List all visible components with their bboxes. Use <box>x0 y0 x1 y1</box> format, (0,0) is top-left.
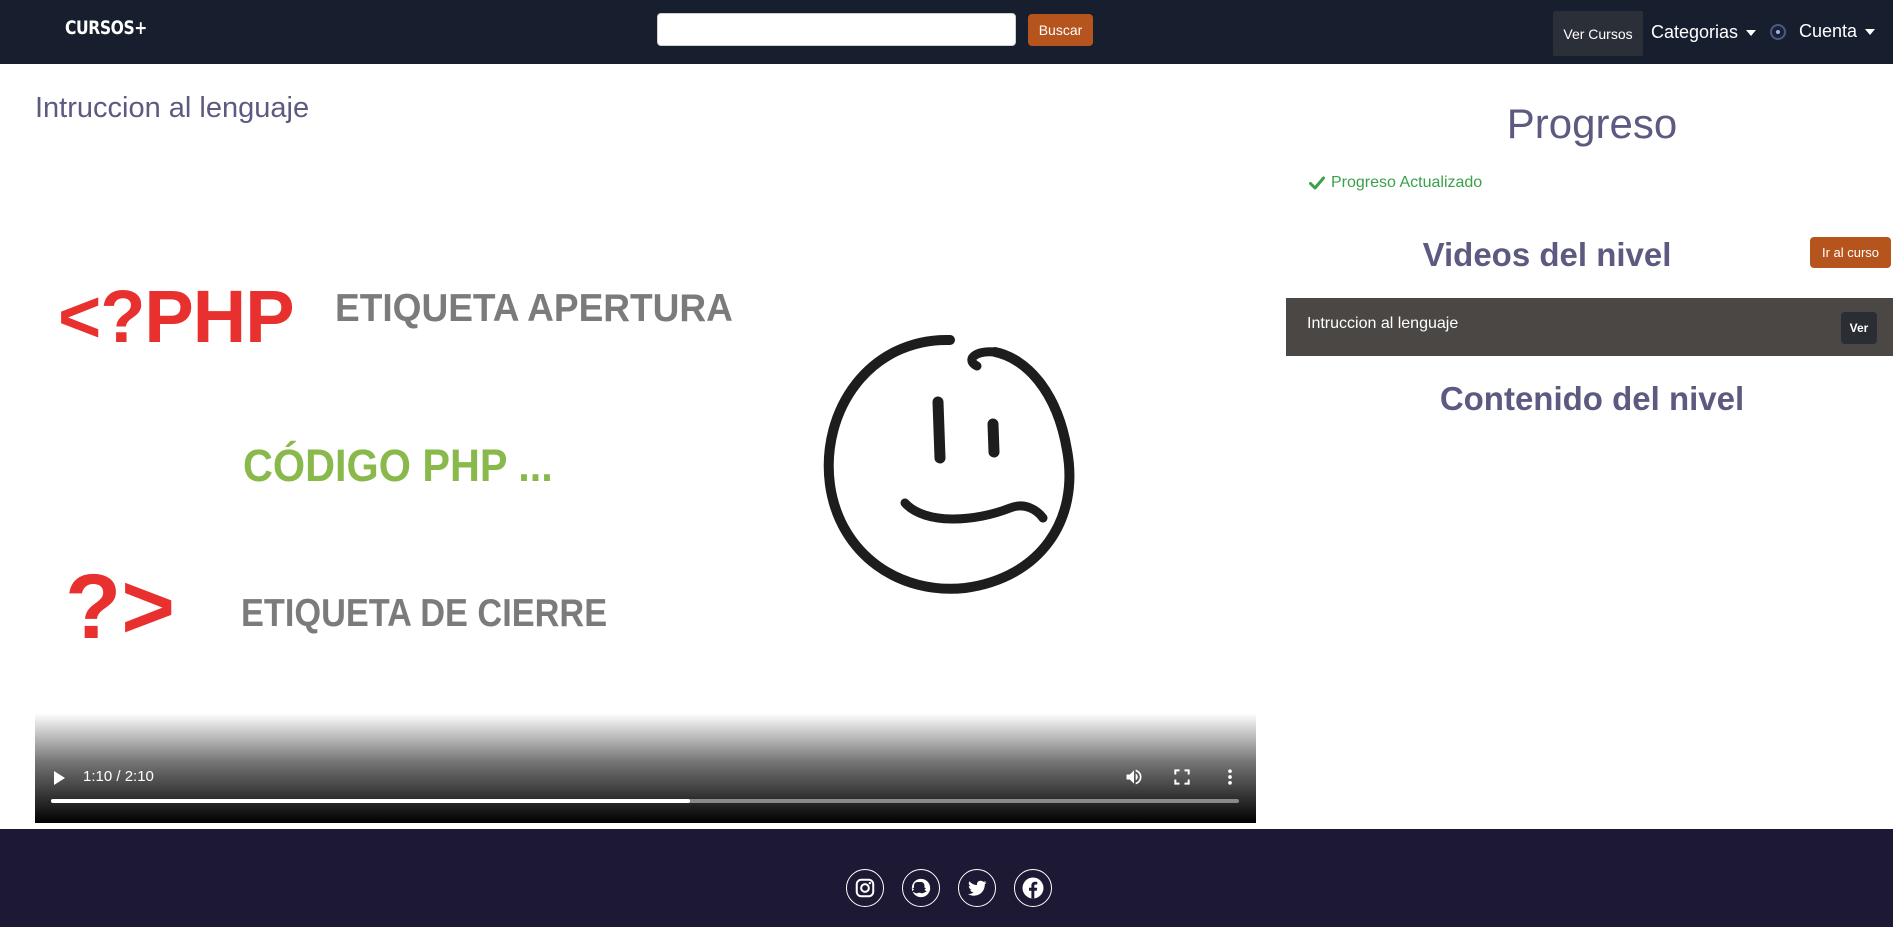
snapchat-icon[interactable] <box>902 869 940 907</box>
fullscreen-icon[interactable] <box>1172 767 1192 787</box>
volume-icon[interactable] <box>1124 767 1144 787</box>
video-controls: 1:10 / 2:10 <box>35 713 1256 823</box>
video-frame-code: CÓDIGO PHP ... <box>243 440 553 491</box>
twitter-icon[interactable] <box>958 869 996 907</box>
checkmark-icon <box>1309 176 1325 190</box>
content-heading: Contenido del nivel <box>1439 380 1745 417</box>
video-frame-php-open: <?PHP <box>58 275 295 358</box>
chevron-down-icon <box>1865 28 1876 35</box>
brand-logo[interactable]: CURSOS+ <box>65 17 147 39</box>
goto-course-button[interactable]: Ir al curso <box>1810 237 1891 268</box>
footer <box>0 829 1893 927</box>
search-button[interactable]: Buscar <box>1028 14 1093 46</box>
video-frame-label-open: ETIQUETA APERTURA <box>335 287 733 330</box>
user-avatar-icon <box>1770 23 1786 40</box>
video-item-label: Intruccion al lenguaje <box>1307 315 1459 332</box>
smiley-face-illustration <box>823 334 1075 594</box>
account-label: Cuenta <box>1799 21 1858 41</box>
time-display: 1:10 / 2:10 <box>83 768 154 785</box>
progress-heading: Progreso <box>1506 100 1678 147</box>
watch-button[interactable]: Ver <box>1841 312 1877 344</box>
video-frame-label-close: ETIQUETA DE CIERRE <box>241 592 608 635</box>
categories-label: Categorias <box>1651 22 1739 42</box>
chevron-down-icon <box>1746 29 1757 36</box>
video-player[interactable]: <?PHP ETIQUETA APERTURA CÓDIGO PHP ... ?… <box>35 150 1256 823</box>
list-item[interactable]: Intruccion al lenguaje Ver <box>1286 298 1893 356</box>
status-text: Progreso Actualizado <box>1331 174 1483 191</box>
play-icon[interactable] <box>52 770 66 786</box>
video-frame-php-close: ?> <box>65 556 175 658</box>
page-title: Intruccion al lenguaje <box>35 92 310 124</box>
video-progress-fill <box>51 799 691 803</box>
more-options-icon[interactable] <box>1220 767 1240 787</box>
view-courses-link[interactable]: Ver Cursos <box>1553 11 1643 56</box>
videos-heading: Videos del nivel <box>1422 236 1672 273</box>
video-progress-bar[interactable] <box>51 799 1239 803</box>
account-dropdown[interactable]: Cuenta <box>1770 21 1876 42</box>
search-input[interactable] <box>657 13 1016 46</box>
navbar: CURSOS+ Buscar Ver Cursos Categorias Cue… <box>0 0 1893 64</box>
facebook-icon[interactable] <box>1014 869 1052 907</box>
instagram-icon[interactable] <box>846 869 884 907</box>
categories-dropdown[interactable]: Categorias <box>1651 22 1757 43</box>
status-message: Progreso Actualizado <box>1309 174 1482 192</box>
